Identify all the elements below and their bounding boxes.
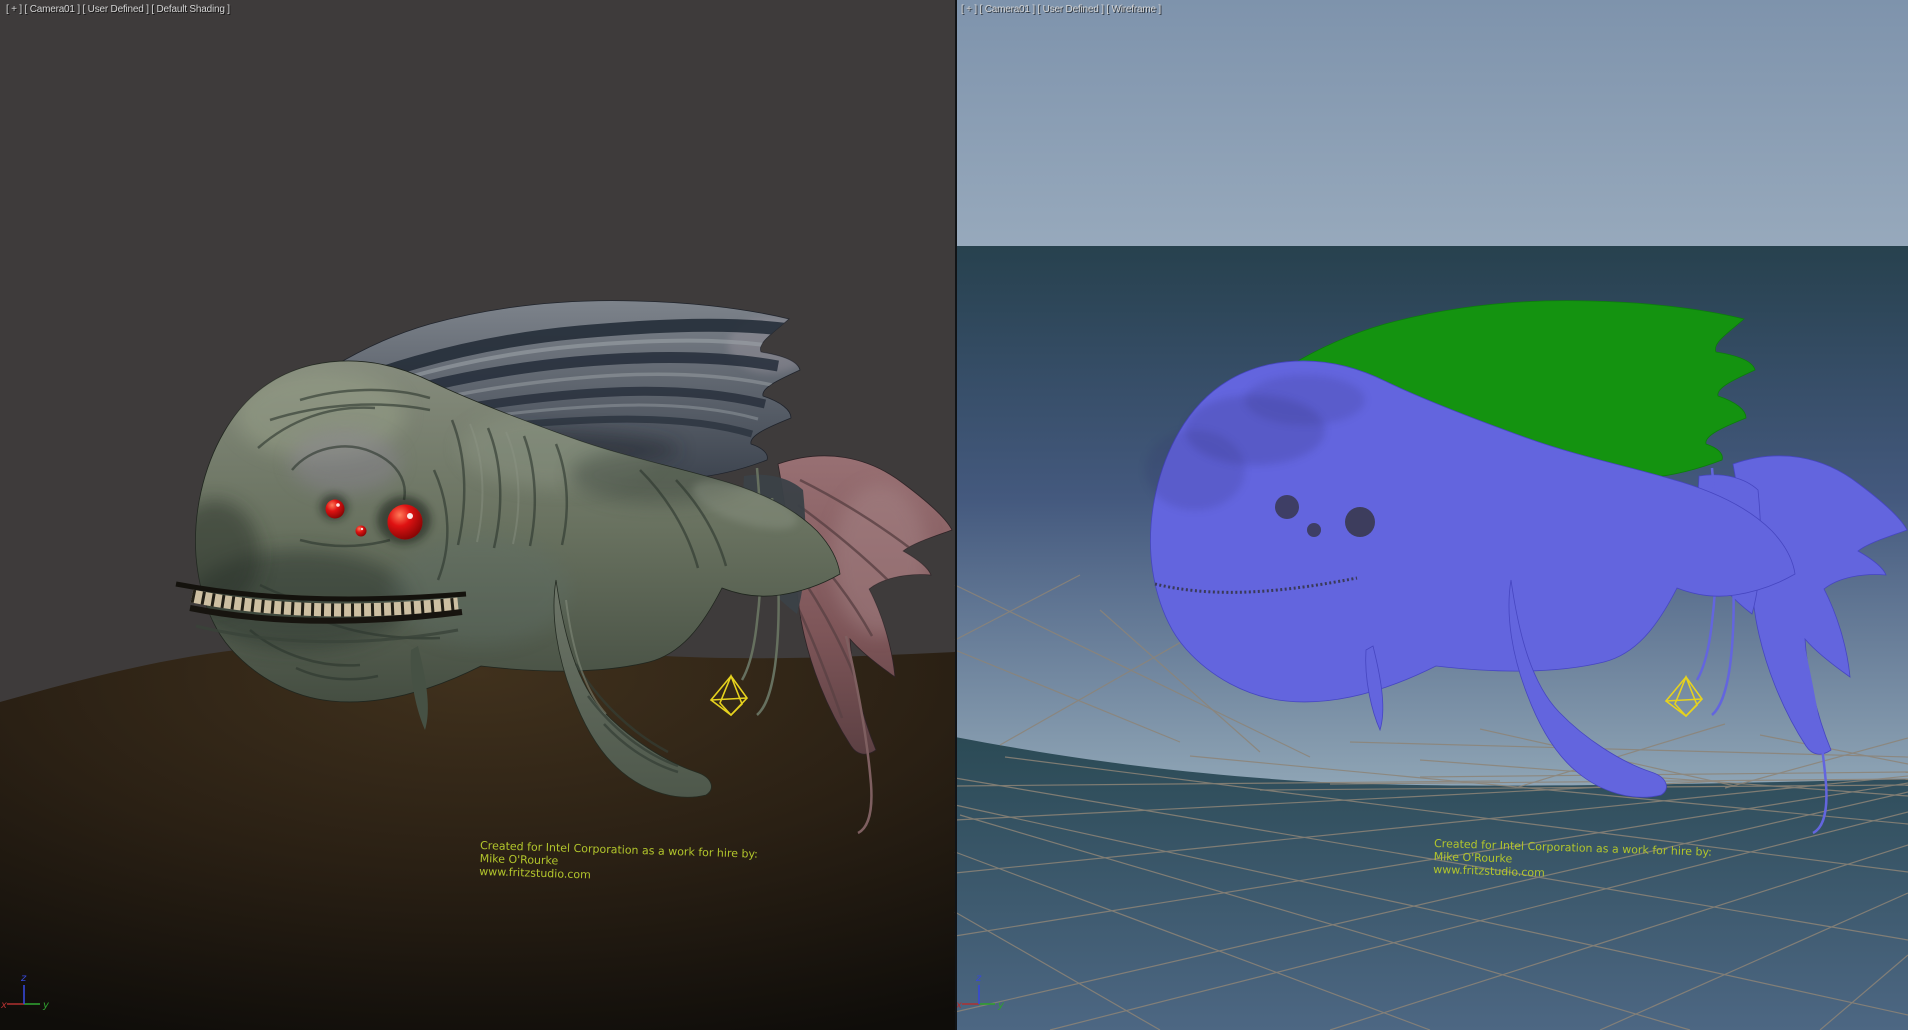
wireframe-sky: [957, 0, 1908, 248]
scene-canvas: x y z Created for Intel Corporation as a…: [0, 0, 1908, 1030]
max-viewport-area: x y z Created for Intel Corporation as a…: [0, 0, 1908, 1030]
viewport-label-shaded[interactable]: [ + ] [ Camera01 ] [ User Defined ] [ De…: [6, 4, 230, 15]
viewport-divider[interactable]: [955, 0, 957, 1030]
viewport-shaded[interactable]: [0, 0, 955, 1030]
viewport-label-wireframe[interactable]: [ + ] [ Camera01 ] [ User Defined ] [ Wi…: [961, 4, 1161, 15]
viewport-wireframe[interactable]: [955, 0, 1908, 1030]
ground-mound[interactable]: [0, 643, 955, 1030]
